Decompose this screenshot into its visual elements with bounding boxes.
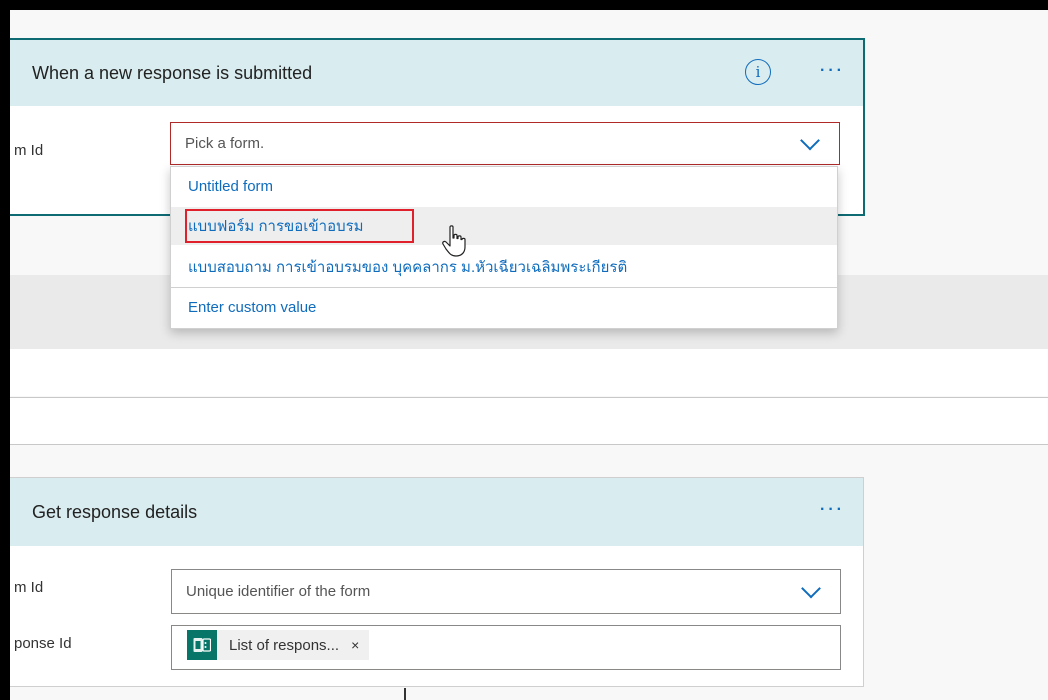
canvas-band-white — [10, 349, 1048, 396]
highlight-annotation-box — [185, 209, 414, 243]
canvas-band-white-2 — [10, 398, 1048, 444]
action-card-header[interactable]: Get response details ··· — [10, 478, 863, 546]
form-id-placeholder: Pick a form. — [185, 135, 265, 152]
chevron-down-icon[interactable] — [800, 130, 820, 150]
action-card-title: Get response details — [32, 501, 198, 522]
flow-designer-canvas: When a new response is submitted i ··· m… — [10, 10, 1048, 700]
form-id-placeholder: Unique identifier of the form — [186, 583, 371, 600]
response-id-label: ponse Id — [14, 635, 72, 652]
more-icon[interactable]: ··· — [820, 62, 845, 80]
form-id-label: m Id — [14, 142, 44, 159]
connector-line — [404, 688, 406, 700]
trigger-card-header[interactable]: When a new response is submitted i ··· — [10, 40, 863, 106]
token-label: List of respons... — [229, 636, 340, 654]
dropdown-item-untitled-form[interactable]: Untitled form — [171, 167, 837, 205]
close-icon[interactable]: × — [351, 637, 359, 653]
info-icon[interactable]: i — [745, 59, 771, 85]
dropdown-item-training-survey[interactable]: แบบสอบถาม การเข้าอบรมของ บุคคลากร ม.หัวเ… — [171, 247, 837, 287]
form-dropdown-list: Untitled form แบบฟอร์ม การขอเข้าอบรม แบบ… — [170, 166, 838, 329]
action-card: Get response details ··· m Id Unique ide… — [10, 477, 864, 687]
divider-line-2 — [10, 444, 1048, 445]
trigger-card-title: When a new response is submitted — [32, 62, 313, 83]
chevron-down-icon[interactable] — [801, 578, 821, 598]
form-id-select[interactable]: Pick a form. — [170, 122, 840, 165]
form-id-label: m Id — [14, 579, 44, 596]
dropdown-item-custom-value[interactable]: Enter custom value — [171, 288, 837, 326]
response-id-field[interactable]: List of respons... × — [171, 625, 841, 670]
forms-icon — [187, 630, 217, 660]
hand-cursor-icon — [442, 225, 466, 257]
form-id-select[interactable]: Unique identifier of the form — [171, 569, 841, 614]
dynamic-content-token[interactable]: List of respons... × — [187, 630, 370, 660]
more-icon[interactable]: ··· — [820, 501, 845, 519]
